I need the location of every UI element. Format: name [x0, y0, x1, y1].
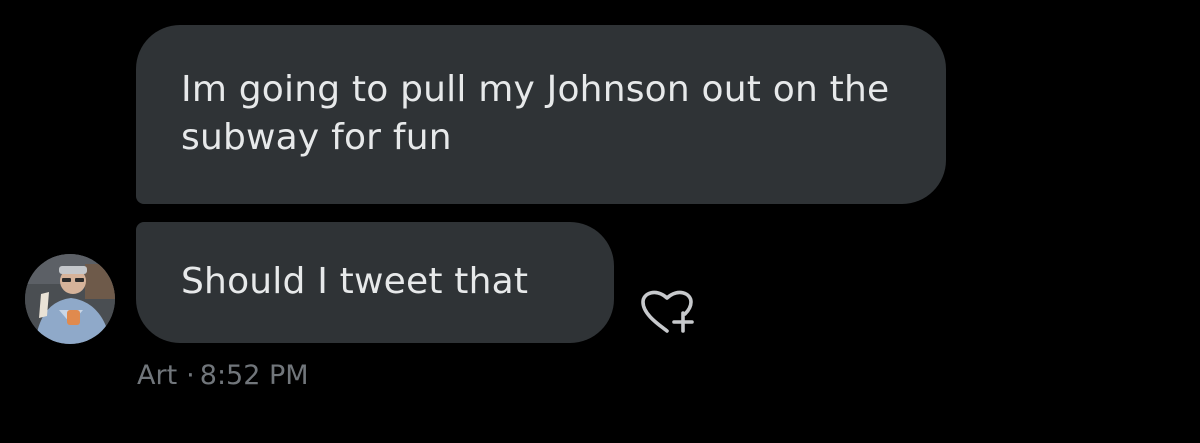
message-bubble[interactable]: Should I tweet that — [136, 222, 614, 343]
message-timestamp: 8:52 PM — [199, 360, 309, 391]
user-avatar-image — [25, 254, 115, 344]
message-meta: Art · 8:52 PM — [137, 356, 309, 396]
message-text: Should I tweet that — [181, 261, 529, 302]
heart-plus-icon — [641, 290, 694, 333]
message-bubble[interactable]: Im going to pull my Johnson out on the s… — [136, 25, 946, 204]
message-text: Im going to pull my Johnson out on the s… — [181, 69, 890, 158]
add-reaction-button[interactable] — [637, 287, 705, 337]
meta-separator: · — [186, 360, 195, 391]
avatar[interactable] — [25, 254, 115, 344]
sender-name: Art — [137, 360, 178, 391]
dm-thread: Im going to pull my Johnson out on the s… — [0, 0, 1200, 443]
